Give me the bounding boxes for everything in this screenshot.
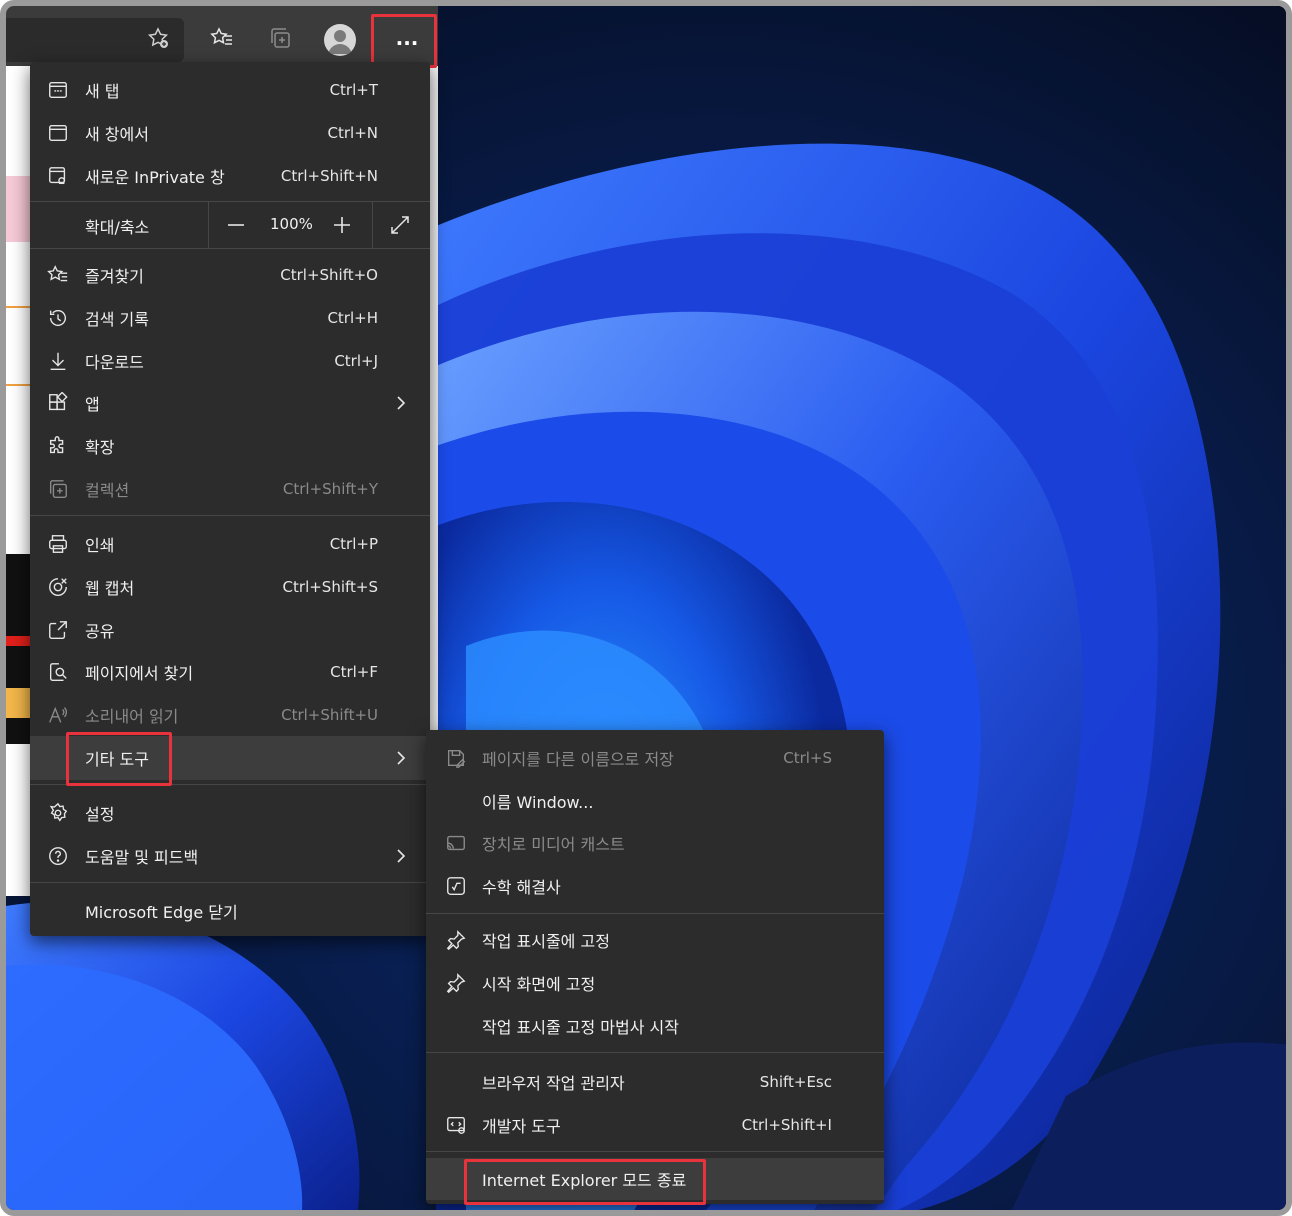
submenu-separator [426, 913, 884, 914]
inprivate-icon [46, 164, 70, 188]
extensions-icon [46, 434, 70, 458]
menu-item-new-tab[interactable]: 새 탭 Ctrl+T [30, 69, 430, 111]
menu-separator [30, 515, 430, 516]
submenu-item-task-manager[interactable]: 브라우저 작업 관리자 Shift+Esc [426, 1061, 884, 1103]
more-icon[interactable]: ··· [376, 20, 438, 66]
submenu-item-save-page-as[interactable]: 페이지를 다른 이름으로 저장 Ctrl+S [426, 737, 884, 779]
settings-and-more-menu: 새 탭 Ctrl+T 새 창에서 Ctrl+N 새로운 InPrivate 창 … [30, 62, 430, 936]
screenshot-frame: ··· 새 탭 Ctrl+T 새 창에서 Ctrl+N 새로운 InPrivat… [0, 0, 1292, 1216]
menu-item-read-aloud[interactable]: 소리내어 읽기 Ctrl+Shift+U [30, 694, 430, 736]
read-aloud-icon [46, 703, 70, 727]
submenu-item-math-solver[interactable]: 수학 해결사 [426, 865, 884, 907]
browser-toolbar: ··· [6, 6, 438, 66]
menu-item-close-edge[interactable]: Microsoft Edge 닫기 [30, 890, 430, 932]
menu-item-find-on-page[interactable]: 페이지에서 찾기 Ctrl+F [30, 651, 430, 693]
developer-tools-icon [444, 1113, 468, 1137]
menu-item-history[interactable]: 검색 기록 Ctrl+H [30, 297, 430, 339]
submenu-separator [426, 1151, 884, 1152]
menu-item-favorites[interactable]: 즐겨찾기 Ctrl+Shift+O [30, 254, 430, 296]
submenu-item-cast-media[interactable]: 장치로 미디어 캐스트 [426, 822, 884, 864]
favorites-icon[interactable] [206, 22, 238, 54]
submenu-item-name-window[interactable]: 이름 Window... [426, 780, 884, 822]
help-icon [46, 844, 70, 868]
favorites-icon [46, 263, 70, 287]
menu-item-collections[interactable]: 컬렉션 Ctrl+Shift+Y [30, 468, 430, 510]
find-icon [46, 660, 70, 684]
download-icon [46, 349, 70, 373]
settings-icon [46, 801, 70, 825]
apps-icon [46, 391, 70, 415]
cast-icon [444, 831, 468, 855]
zoom-control: 확대/축소 100% [30, 202, 430, 248]
submenu-item-pin-start[interactable]: 시작 화면에 고정 [426, 962, 884, 1004]
menu-separator [30, 784, 430, 785]
menu-item-settings[interactable]: 설정 [30, 792, 430, 834]
menu-item-more-tools[interactable]: 기타 도구 [30, 736, 430, 780]
fullscreen-icon[interactable] [388, 213, 412, 237]
pin-icon [444, 971, 468, 995]
menu-item-print[interactable]: 인쇄 Ctrl+P [30, 523, 430, 565]
new-window-icon [46, 121, 70, 145]
zoom-value: 100% [270, 215, 313, 233]
menu-item-help-feedback[interactable]: 도움말 및 피드백 [30, 835, 430, 877]
menu-item-downloads[interactable]: 다운로드 Ctrl+J [30, 340, 430, 382]
zoom-in-icon[interactable] [330, 213, 354, 237]
collections-icon [46, 477, 70, 501]
menu-item-new-window[interactable]: 새 창에서 Ctrl+N [30, 112, 430, 154]
menu-item-extensions[interactable]: 확장 [30, 425, 430, 467]
print-icon [46, 532, 70, 556]
submenu-item-exit-ie-mode[interactable]: Internet Explorer 모드 종료 [426, 1158, 884, 1200]
menu-item-web-capture[interactable]: 웹 캡처 Ctrl+Shift+S [30, 566, 430, 608]
submenu-item-pin-taskbar[interactable]: 작업 표시줄에 고정 [426, 919, 884, 961]
profile-icon[interactable] [324, 24, 356, 56]
submenu-separator [426, 1052, 884, 1053]
math-solver-icon [444, 874, 468, 898]
more-tools-submenu: 페이지를 다른 이름으로 저장 Ctrl+S 이름 Window... 장치로 … [426, 730, 884, 1204]
menu-item-share[interactable]: 공유 [30, 609, 430, 651]
history-icon [46, 306, 70, 330]
page-content-edge [6, 66, 30, 896]
menu-item-apps[interactable]: 앱 [30, 382, 430, 424]
zoom-label: 확대/축소 [85, 218, 150, 237]
chevron-right-icon [397, 751, 406, 765]
menu-item-inprivate[interactable]: 새로운 InPrivate 창 Ctrl+Shift+N [30, 155, 430, 197]
pin-icon [444, 928, 468, 952]
new-tab-icon [46, 78, 70, 102]
menu-separator [30, 248, 430, 249]
add-favorite-icon[interactable] [142, 22, 174, 54]
share-icon [46, 618, 70, 642]
submenu-item-pin-wizard[interactable]: 작업 표시줄 고정 마법사 시작 [426, 1005, 884, 1047]
menu-separator [30, 882, 430, 883]
submenu-item-developer-tools[interactable]: 개발자 도구 Ctrl+Shift+I [426, 1104, 884, 1146]
zoom-out-icon[interactable] [224, 213, 248, 237]
web-capture-icon [46, 575, 70, 599]
chevron-right-icon [397, 396, 406, 410]
chevron-right-icon [397, 849, 406, 863]
collections-icon[interactable] [264, 22, 296, 54]
save-as-icon [444, 746, 468, 770]
